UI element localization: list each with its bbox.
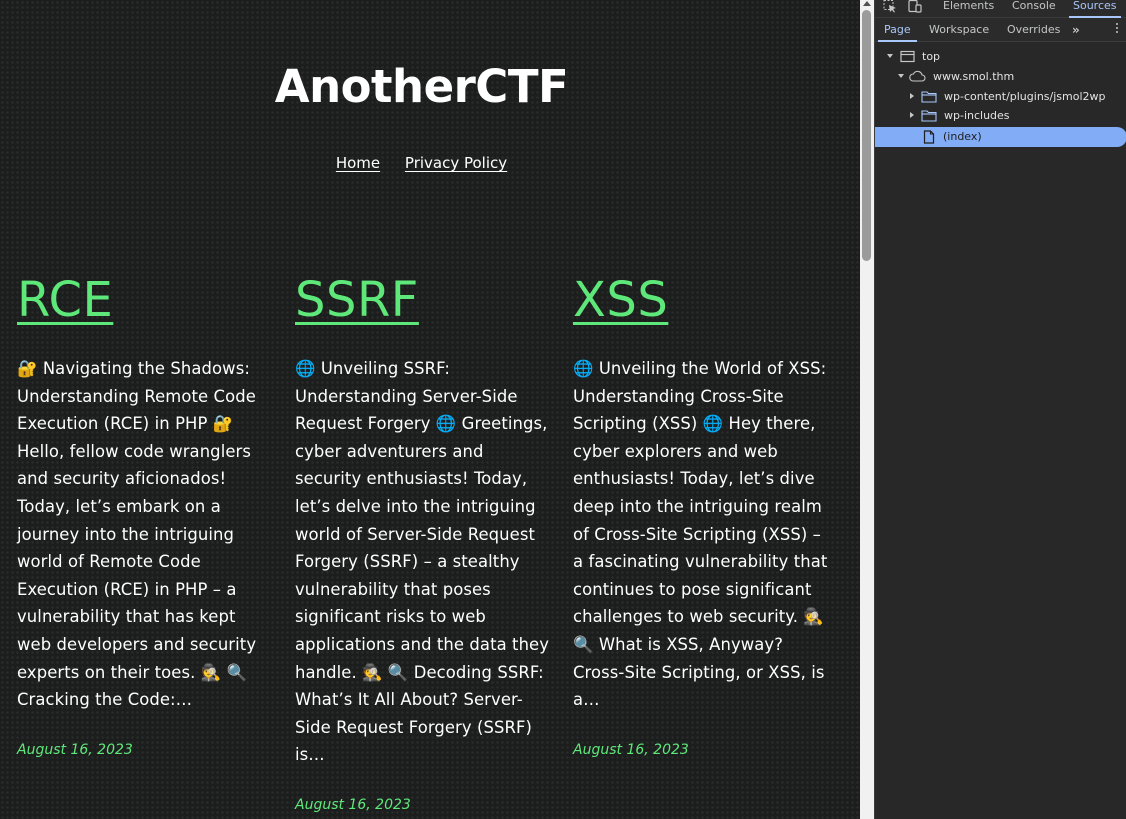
nav-link-privacy-policy[interactable]: Privacy Policy <box>405 154 507 172</box>
tree-item-domain[interactable]: www.smol.thm <box>875 67 1126 87</box>
tab-console[interactable]: Console <box>1012 0 1056 12</box>
post-excerpt: 🔐 Navigating the Shadows: Understanding … <box>17 359 257 710</box>
tab-page[interactable]: Page <box>878 23 917 42</box>
post-card: RCE 🔐 Navigating the Shadows: Understand… <box>17 270 273 758</box>
website-viewport: AnotherCTF Home Privacy Policy RCE 🔐 Nav… <box>0 0 860 819</box>
tree-item-label: wp-content/plugins/jsmol2wp <box>944 90 1106 103</box>
post-date[interactable]: August 16, 2023 <box>17 742 273 758</box>
scrollbar-thumb[interactable] <box>862 10 871 261</box>
devtools-panel: Elements Console Sources Page Workspace … <box>874 0 1126 819</box>
folder-icon <box>921 110 937 122</box>
tab-overrides[interactable]: Overrides <box>1007 23 1060 36</box>
folder-icon <box>921 91 937 103</box>
tab-elements[interactable]: Elements <box>943 0 994 12</box>
post-excerpt: 🌐 Unveiling SSRF: Understanding Server-S… <box>295 359 550 765</box>
site-title[interactable]: AnotherCTF <box>0 60 843 113</box>
post-title-link[interactable]: RCE <box>17 270 273 330</box>
tree-item-label: www.smol.thm <box>933 70 1015 83</box>
tab-sources[interactable]: Sources <box>1069 0 1120 18</box>
post-date[interactable]: August 16, 2023 <box>295 797 551 813</box>
tree-item-folder[interactable]: wp-content/plugins/jsmol2wp <box>875 87 1126 107</box>
collapsed-arrow-icon[interactable] <box>910 112 914 118</box>
site-navigation: Home Privacy Policy <box>0 154 843 172</box>
post-card: XSS 🌐 Unveiling the World of XSS: Unders… <box>573 270 829 758</box>
scroll-up-arrow-icon[interactable] <box>863 1 871 6</box>
post-card: SSRF 🌐 Unveiling SSRF: Understanding Ser… <box>295 270 551 813</box>
tree-item-top[interactable]: top <box>875 47 1126 67</box>
cloud-icon <box>909 70 926 82</box>
page-scrollbar[interactable] <box>860 0 874 819</box>
device-toolbar-icon[interactable] <box>908 0 922 13</box>
nav-link-home[interactable]: Home <box>336 154 380 172</box>
post-date[interactable]: August 16, 2023 <box>573 742 829 758</box>
frame-icon <box>900 50 915 63</box>
tab-workspace[interactable]: Workspace <box>929 23 989 36</box>
more-options-icon[interactable] <box>1115 23 1119 35</box>
sources-navigator-tabs: Page Workspace Overrides » <box>875 18 1126 42</box>
expanded-arrow-icon[interactable] <box>898 74 904 78</box>
post-excerpt: 🌐 Unveiling the World of XSS: Understand… <box>573 359 828 710</box>
tree-item-label: (index) <box>943 130 982 143</box>
more-tabs-chevron-icon[interactable]: » <box>1072 23 1080 37</box>
devtools-main-toolbar: Elements Console Sources <box>875 0 1126 18</box>
inspect-element-icon[interactable] <box>883 0 897 13</box>
expanded-arrow-icon[interactable] <box>887 54 893 58</box>
tree-item-folder[interactable]: wp-includes <box>875 106 1126 126</box>
collapsed-arrow-icon[interactable] <box>910 93 914 99</box>
post-title-link[interactable]: XSS <box>573 270 829 330</box>
post-title-link[interactable]: SSRF <box>295 270 551 330</box>
tree-item-label: wp-includes <box>944 109 1010 122</box>
tree-item-label: top <box>922 50 941 63</box>
tree-item-file[interactable]: (index) <box>875 127 1126 147</box>
file-icon <box>923 130 935 144</box>
